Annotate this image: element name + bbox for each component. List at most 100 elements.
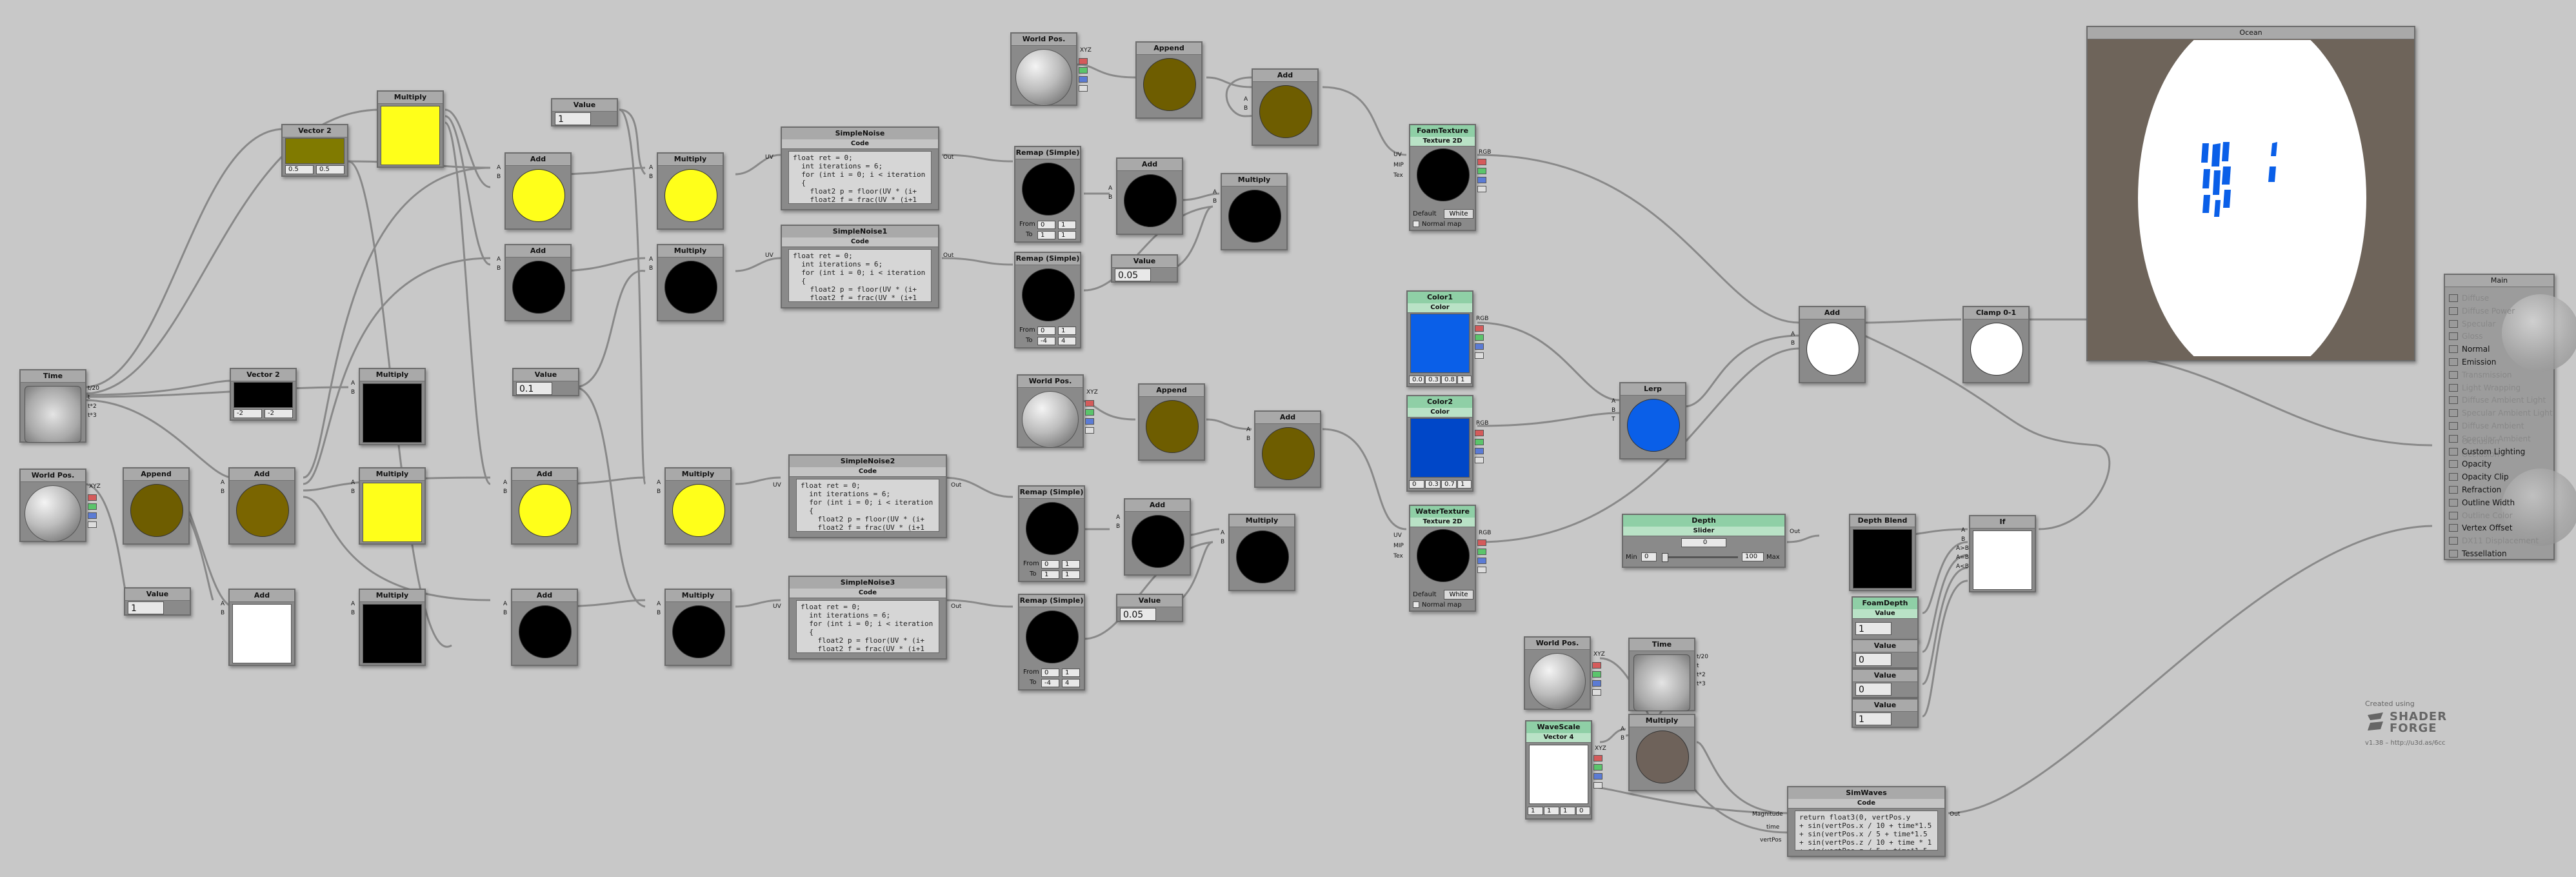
code-editor[interactable]: float ret = 0; int iterations = 6; for (… xyxy=(788,151,932,204)
port-out[interactable]: t xyxy=(88,394,90,401)
port-out-y[interactable] xyxy=(1085,409,1094,416)
from-max-field[interactable]: 1 xyxy=(1062,669,1080,677)
port-b[interactable]: B xyxy=(1116,523,1120,530)
b-field[interactable]: 0.8 xyxy=(1441,376,1457,384)
code-editor[interactable]: return float3(0, vertPos.y + sin(vertPos… xyxy=(1795,811,1938,851)
port-r[interactable] xyxy=(1475,325,1484,332)
value-field[interactable]: 0 xyxy=(1855,683,1892,696)
value-field[interactable]: 1 xyxy=(555,112,591,125)
to-min-field[interactable]: 1 xyxy=(1041,570,1059,579)
port-out-y[interactable] xyxy=(1079,67,1088,74)
value-node[interactable]: Value 1 xyxy=(124,587,191,616)
input-port[interactable] xyxy=(2449,307,2458,315)
input-port[interactable] xyxy=(2449,447,2458,456)
port-b[interactable] xyxy=(1475,343,1484,350)
port-xyz[interactable]: XYZ xyxy=(1595,745,1606,752)
z-field[interactable]: 1 xyxy=(1560,807,1575,815)
port-a[interactable]: A xyxy=(1221,529,1224,537)
port-b[interactable]: B xyxy=(1246,435,1250,443)
y-field[interactable]: 0.5 xyxy=(316,165,344,174)
add-node[interactable]: Add A B xyxy=(1108,157,1183,235)
from-min-field[interactable]: 0 xyxy=(1037,327,1055,335)
normal-map-checkbox[interactable] xyxy=(1413,221,1419,227)
code-node[interactable]: SimpleNoise2 Code float ret = 0; int ite… xyxy=(773,454,961,538)
input-port[interactable] xyxy=(2449,409,2458,418)
add-node[interactable]: Add A B xyxy=(503,589,578,666)
preview-window[interactable]: Ocean xyxy=(2086,26,2415,361)
code-editor[interactable]: float ret = 0; int iterations = 6; for (… xyxy=(796,600,939,653)
add-node[interactable]: Add A B xyxy=(221,467,295,545)
port-a[interactable]: A xyxy=(1612,398,1615,405)
port-g[interactable] xyxy=(1475,334,1484,341)
port-out[interactable]: Out xyxy=(943,252,954,259)
input-port[interactable] xyxy=(2449,473,2458,481)
input-port[interactable] xyxy=(2449,332,2458,341)
value-node[interactable]: Value 0 xyxy=(1852,639,1919,669)
color-node[interactable]: Color1 Color 0.0 0.3 0.8 1 RGB xyxy=(1406,290,1488,387)
port-out-z[interactable] xyxy=(1085,418,1094,425)
slider-thumb[interactable] xyxy=(1662,553,1668,562)
port-time[interactable]: time xyxy=(1766,823,1779,831)
default-dropdown[interactable]: White xyxy=(1444,209,1473,219)
port-b[interactable]: B xyxy=(1621,734,1624,742)
port-out-w[interactable] xyxy=(1079,85,1088,92)
port-a[interactable]: A xyxy=(649,256,653,263)
world-pos-node[interactable]: World Pos. XYZ xyxy=(1017,374,1098,448)
multiply-node[interactable]: Multiply A B xyxy=(649,244,724,321)
port-uv[interactable]: UV xyxy=(765,154,774,161)
normal-map-checkbox[interactable] xyxy=(1413,601,1419,608)
port-a-lt-b[interactable]: A<B xyxy=(1956,563,1969,570)
value-field[interactable]: 1 xyxy=(128,601,164,614)
port-b[interactable] xyxy=(1475,448,1484,454)
value-node[interactable]: FoamDepth Value 1 xyxy=(1852,596,1919,641)
port-a[interactable]: A xyxy=(351,379,355,387)
default-dropdown[interactable]: White xyxy=(1444,590,1473,600)
port-a[interactable]: A xyxy=(1116,514,1120,521)
port-b[interactable]: B xyxy=(1221,538,1224,546)
port-out[interactable]: Out xyxy=(1790,528,1800,536)
port-out-x[interactable] xyxy=(1085,400,1094,407)
port-out-z[interactable] xyxy=(1592,680,1601,687)
if-node[interactable]: If A B A>B A=B A<B xyxy=(1956,515,2036,592)
port-a[interactable]: A xyxy=(351,600,355,608)
port-out[interactable]: t/20 xyxy=(1697,653,1708,661)
port-a[interactable]: A xyxy=(657,479,661,487)
port-a[interactable]: A xyxy=(649,164,653,172)
port-out-w[interactable] xyxy=(1085,427,1094,434)
code-node[interactable]: SimpleNoise1 Code float ret = 0; int ite… xyxy=(765,225,954,308)
port-vertpos[interactable]: vertPos xyxy=(1760,836,1781,844)
code-node[interactable]: SimpleNoise3 Code float ret = 0; int ite… xyxy=(773,576,961,660)
value-node[interactable]: Value 0.05 xyxy=(1111,254,1178,283)
port-x[interactable] xyxy=(1593,755,1603,761)
input-port[interactable] xyxy=(2449,345,2458,354)
from-min-field[interactable]: 0 xyxy=(1041,669,1059,677)
g-field[interactable]: 0.3 xyxy=(1425,480,1441,489)
port-b[interactable]: B xyxy=(1213,197,1217,205)
port-b[interactable]: B xyxy=(221,488,225,496)
port-b[interactable]: B xyxy=(1791,339,1795,347)
main-output-node[interactable]: Main Diffuse Diffuse Power Specular Gloss No… xyxy=(2444,274,2576,560)
port-out-x[interactable] xyxy=(88,494,97,501)
slider-value-field[interactable]: 0 xyxy=(1681,538,1726,547)
input-port[interactable] xyxy=(2449,498,2458,507)
port-a[interactable]: A xyxy=(1961,527,1965,534)
port-out-z[interactable] xyxy=(1079,76,1088,83)
value-field[interactable]: 0.05 xyxy=(1115,268,1151,281)
remap-node[interactable]: Remap (Simple) From 0 1 To -4 4 xyxy=(1014,252,1081,348)
value-field[interactable]: 0.1 xyxy=(516,382,552,395)
add-node[interactable]: Add A B xyxy=(497,244,572,321)
input-port[interactable] xyxy=(2449,511,2458,519)
node-canvas[interactable]: Time t/20 t t*2 t*3 World Pos. XYZ Vecto… xyxy=(0,0,2576,877)
r-field[interactable]: 0 xyxy=(1409,480,1424,489)
add-node[interactable]: Add A B xyxy=(1116,498,1191,576)
port-b[interactable]: B xyxy=(503,609,507,617)
port-out-x[interactable] xyxy=(1592,662,1601,669)
multiply-node[interactable]: Multiply A B xyxy=(1213,173,1288,250)
input-port[interactable] xyxy=(2449,434,2458,443)
port-rgb[interactable]: RGB xyxy=(1476,315,1488,323)
input-port[interactable] xyxy=(2449,524,2458,532)
port-a[interactable] xyxy=(1475,457,1484,463)
to-max-field[interactable]: 4 xyxy=(1062,679,1080,687)
remap-node[interactable]: Remap (Simple) From 0 1 To 1 1 xyxy=(1018,485,1085,582)
port-rgb[interactable]: RGB xyxy=(1476,419,1488,427)
